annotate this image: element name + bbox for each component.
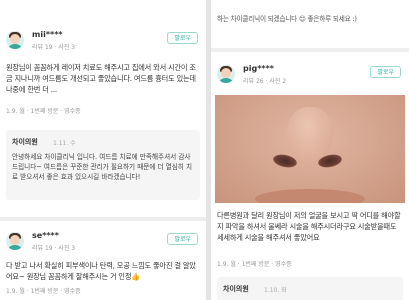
reply-text: 안녕하세요 차이클리닉 입니다. 여드름 치료에 만족해주셔서 감사드립니다~ … bbox=[12, 153, 193, 181]
review-header: pig**** 리뷰 26 · 사진 2 팔로우 bbox=[211, 62, 409, 92]
review-meta: 리뷰 19 · 사진 3 bbox=[32, 245, 76, 252]
review-text[interactable]: 다 받고 나서 확실히 피부색이나 탄력, 모공 느낌도 좋아진 걸 알았어요~… bbox=[6, 260, 200, 282]
review-divider bbox=[0, 217, 206, 221]
review-header: se**** 리뷰 19 · 사진 3 팔로우 bbox=[0, 229, 206, 259]
review-column-right: 하는 차이클리닉이 되겠습니다 😊 좋은하루 되세요 :) pig**** 리뷰… bbox=[211, 0, 409, 300]
avatar[interactable] bbox=[217, 65, 235, 83]
reply-date: 1.10. 화 bbox=[264, 287, 287, 294]
follow-button[interactable]: 팔로우 bbox=[167, 233, 198, 245]
review-meta: 리뷰 26 · 사진 2 bbox=[243, 78, 287, 85]
review-text[interactable]: 다른병원과 달리 원장님이 저의 얼굴을 보시고 딱 어디를 해야할지 파악을 … bbox=[217, 210, 403, 243]
avatar-body bbox=[219, 78, 233, 83]
review-text[interactable]: 원장님이 꼼꼼하게 레이저 치료도 해주시고 집에서 와서 시간이 조금 지나니… bbox=[6, 62, 200, 95]
review-photo[interactable] bbox=[215, 95, 405, 203]
review-meta: 리뷰 19 · 사진 3 bbox=[32, 44, 76, 51]
avatar-face bbox=[10, 34, 20, 44]
review-divider bbox=[211, 48, 409, 52]
review-username[interactable]: mii**** bbox=[32, 30, 63, 39]
avatar[interactable] bbox=[6, 232, 24, 250]
review-column-left: mii**** 리뷰 19 · 사진 3 팔로우 원장님이 꼼꼼하게 레이저 치… bbox=[0, 0, 206, 300]
avatar-face bbox=[221, 68, 231, 78]
avatar-face bbox=[10, 235, 20, 245]
review-card: pig**** 리뷰 26 · 사진 2 팔로우 다른병원과 달리 원장님이 저… bbox=[211, 62, 409, 300]
avatar-body bbox=[8, 245, 22, 250]
upper-lip bbox=[255, 189, 365, 203]
review-card: se**** 리뷰 19 · 사진 3 팔로우 다 받고 나서 확실히 피부색이… bbox=[0, 229, 206, 300]
follow-button[interactable]: 팔로우 bbox=[370, 66, 401, 78]
review-date: 1.9. 월 · 1번째 방문 · 영수증 bbox=[217, 261, 292, 268]
review-date: 1.9. 월 · 1번째 방문 · 영수증 bbox=[6, 108, 81, 115]
review-date: 1.9. 월 · 1번째 방문 · 영수증 bbox=[6, 288, 81, 295]
review-username[interactable]: se**** bbox=[32, 231, 59, 240]
owner-reply: 차이의원 1.11. 수 안녕하세요 차이클리닉 입니다. 여드름 치료에 만족… bbox=[6, 130, 200, 200]
follow-button[interactable]: 팔로우 bbox=[167, 32, 198, 44]
reply-date: 1.11. 수 bbox=[53, 140, 76, 147]
reply-author: 차이의원 bbox=[12, 138, 38, 146]
review-header: mii**** 리뷰 19 · 사진 3 팔로우 bbox=[0, 28, 206, 58]
avatar[interactable] bbox=[6, 31, 24, 49]
review-card: mii**** 리뷰 19 · 사진 3 팔로우 원장님이 꼼꼼하게 레이저 치… bbox=[0, 28, 206, 204]
review-username[interactable]: pig**** bbox=[243, 64, 274, 73]
reply-author: 차이의원 bbox=[223, 285, 249, 293]
owner-reply: 차이의원 1.10. 화 bbox=[217, 277, 403, 300]
avatar-body bbox=[8, 44, 22, 49]
reply-text-fragment: 하는 차이클리닉이 되겠습니다 😊 좋은하루 되세요 :) bbox=[217, 15, 357, 23]
